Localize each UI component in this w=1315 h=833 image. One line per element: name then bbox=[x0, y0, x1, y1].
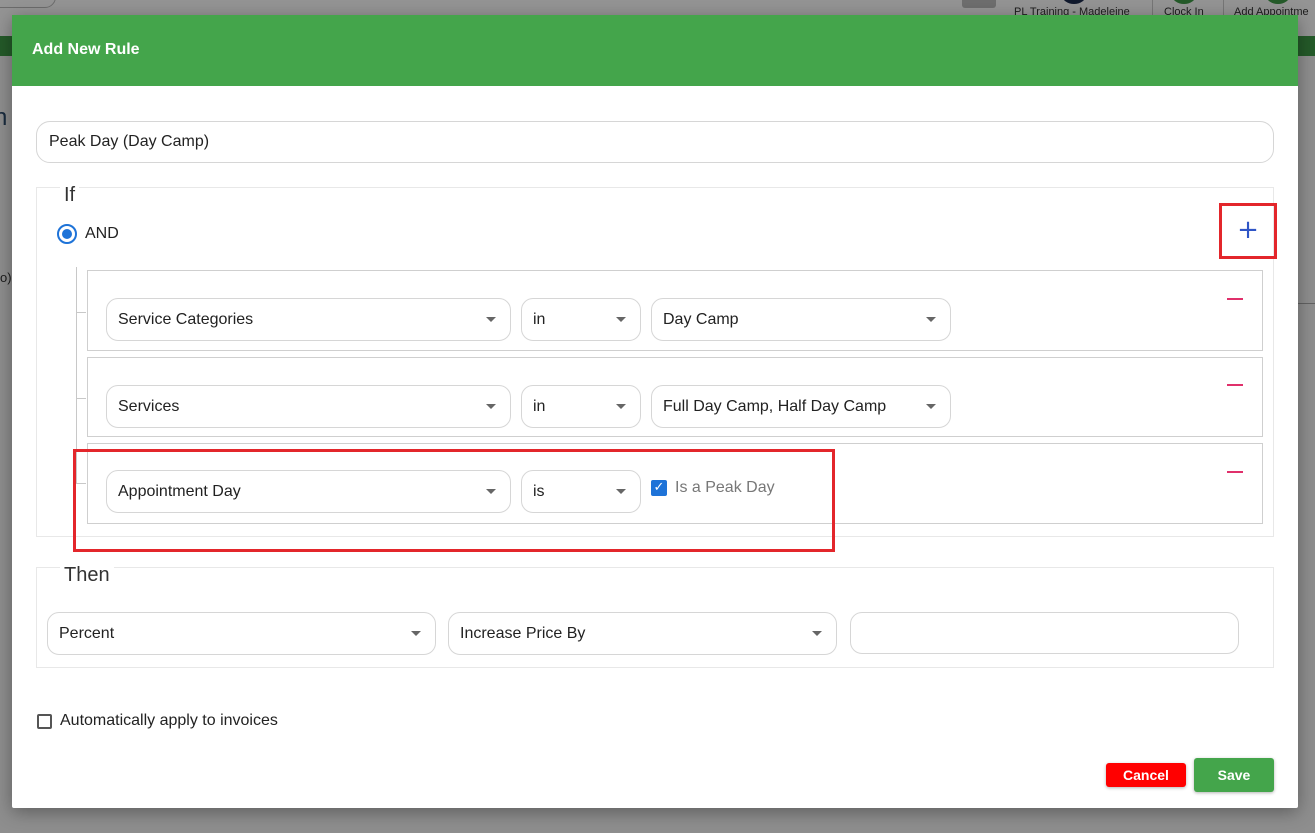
condition-operator-value: is bbox=[533, 483, 545, 500]
peak-day-checkbox[interactable]: ✓ bbox=[651, 480, 667, 496]
plus-icon: + bbox=[1237, 215, 1259, 245]
auto-apply-checkbox[interactable] bbox=[37, 714, 52, 729]
add-rule-dialog: Add New Rule If AND + Service Categories… bbox=[12, 15, 1298, 808]
condition-operator-value: in bbox=[533, 398, 546, 415]
condition-value-select[interactable]: Day Camp bbox=[651, 298, 951, 341]
remove-condition-minus-icon[interactable] bbox=[1227, 384, 1243, 386]
condition-value-select[interactable]: Full Day Camp, Half Day Camp bbox=[651, 385, 951, 428]
condition-field-value: Services bbox=[118, 398, 180, 415]
cancel-button[interactable]: Cancel bbox=[1106, 763, 1186, 787]
condition-operator-select[interactable]: in bbox=[521, 385, 641, 428]
then-type-select[interactable]: Percent bbox=[47, 612, 436, 655]
condition-field-select[interactable]: Service Categories bbox=[106, 298, 511, 341]
add-condition-button[interactable]: + bbox=[1219, 203, 1277, 259]
condition-row: Service Categories in Day Camp bbox=[87, 270, 1263, 351]
and-radio[interactable] bbox=[57, 224, 77, 244]
save-button[interactable]: Save bbox=[1194, 758, 1274, 792]
then-type-value: Percent bbox=[59, 625, 115, 642]
condition-tree-branch bbox=[76, 312, 86, 313]
condition-tree-branch bbox=[76, 483, 86, 484]
chevron-down-icon bbox=[616, 404, 626, 409]
condition-tree-branch bbox=[76, 398, 86, 399]
condition-operator-select[interactable]: is bbox=[521, 470, 641, 513]
and-radio-label: AND bbox=[85, 225, 119, 242]
if-legend: If bbox=[60, 184, 80, 207]
peak-day-label: Is a Peak Day bbox=[675, 479, 775, 496]
dialog-title: Add New Rule bbox=[32, 41, 140, 58]
rule-name-input[interactable] bbox=[36, 121, 1274, 163]
condition-field-value: Service Categories bbox=[118, 311, 254, 328]
condition-tree-line bbox=[76, 267, 77, 483]
chevron-down-icon bbox=[486, 489, 496, 494]
remove-condition-minus-icon[interactable] bbox=[1227, 298, 1243, 300]
condition-field-select[interactable]: Appointment Day bbox=[106, 470, 511, 513]
chevron-down-icon bbox=[616, 489, 626, 494]
chevron-down-icon bbox=[926, 404, 936, 409]
condition-operator-select[interactable]: in bbox=[521, 298, 641, 341]
chevron-down-icon bbox=[486, 404, 496, 409]
chevron-down-icon bbox=[926, 317, 936, 322]
then-action-select[interactable]: Increase Price By bbox=[448, 612, 837, 655]
condition-row: Appointment Day is ✓ Is a Peak Day bbox=[87, 443, 1263, 524]
condition-value-text: Full Day Camp, Half Day Camp bbox=[663, 398, 887, 415]
condition-row: Services in Full Day Camp, Half Day Camp bbox=[87, 357, 1263, 437]
chevron-down-icon bbox=[616, 317, 626, 322]
condition-field-select[interactable]: Services bbox=[106, 385, 511, 428]
auto-apply-label: Automatically apply to invoices bbox=[60, 712, 278, 729]
chevron-down-icon bbox=[812, 631, 822, 636]
remove-condition-minus-icon[interactable] bbox=[1227, 471, 1243, 473]
chevron-down-icon bbox=[411, 631, 421, 636]
then-action-value: Increase Price By bbox=[460, 625, 586, 642]
condition-value-text: Day Camp bbox=[663, 311, 739, 328]
then-legend: Then bbox=[60, 564, 114, 587]
condition-operator-value: in bbox=[533, 311, 546, 328]
condition-field-value: Appointment Day bbox=[118, 483, 241, 500]
chevron-down-icon bbox=[486, 317, 496, 322]
dialog-header: Add New Rule bbox=[12, 15, 1298, 86]
amount-input[interactable] bbox=[850, 612, 1239, 654]
